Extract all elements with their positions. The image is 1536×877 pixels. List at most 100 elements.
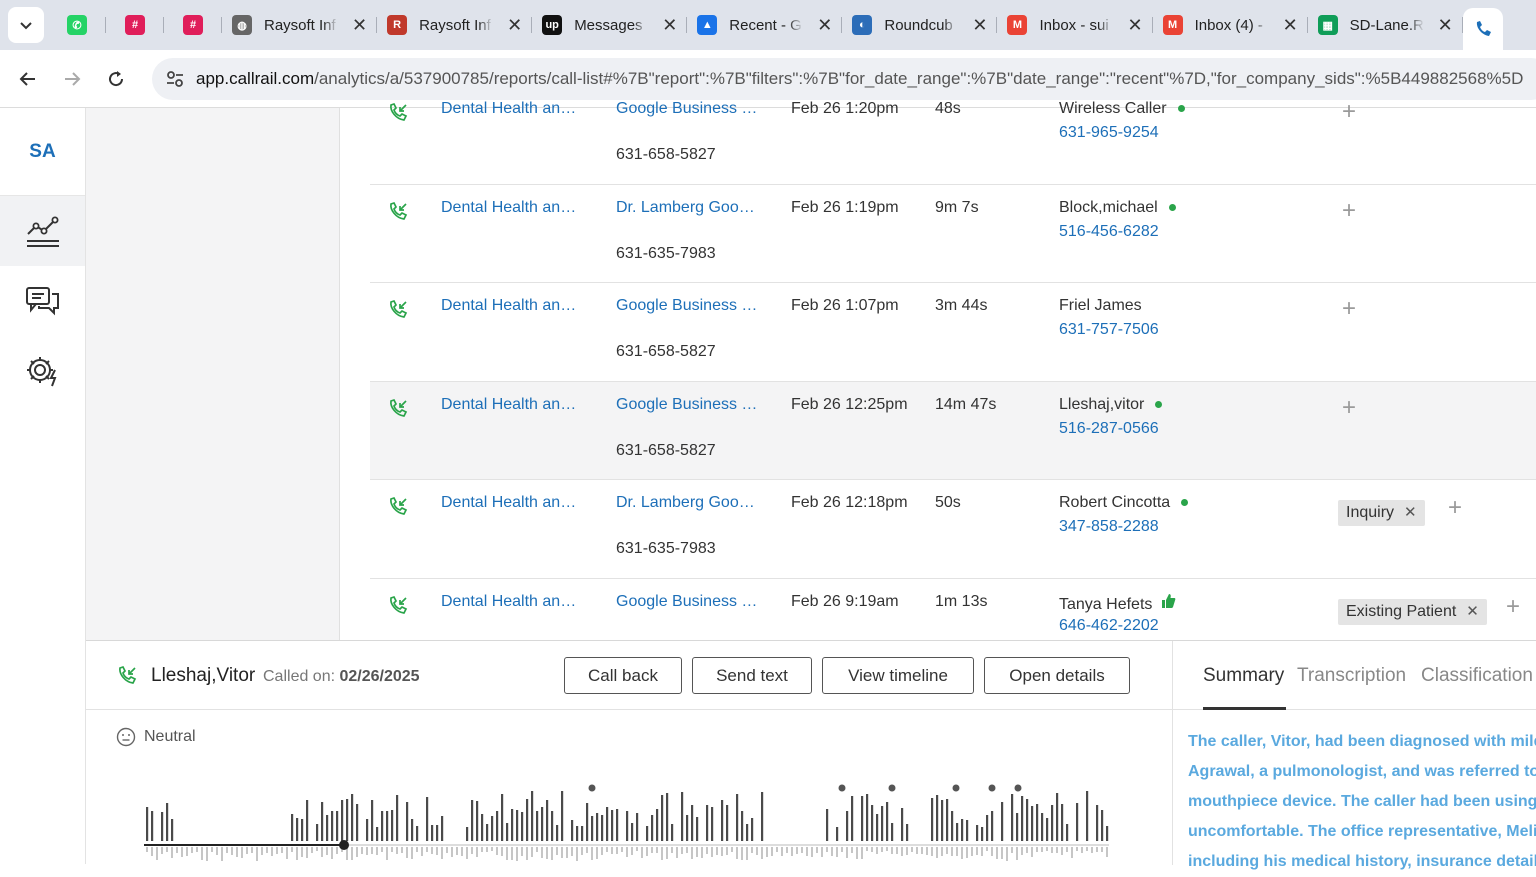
view-timeline-button[interactable]: View timeline <box>822 657 974 694</box>
browser-tab-strip: ✆ # # ◍ Raysoft Inf ✕ R Raysoft Inf ✕ up Messages ✕… <box>0 0 1536 50</box>
browser-tab[interactable]: M Inbox (4) - ✕ <box>1153 7 1308 43</box>
company-link[interactable]: Dental Health an… <box>441 297 586 315</box>
tracking-number: 631-658-5827 <box>616 441 716 459</box>
waveform-marker[interactable] <box>588 784 596 792</box>
waveform-bar <box>661 795 664 841</box>
source-link[interactable]: Dr. Lamberg Goo… <box>616 494 761 512</box>
waveform-bar <box>481 847 483 852</box>
browser-tab[interactable]: ◍ Raysoft Inf ✕ <box>222 7 378 43</box>
browser-tab[interactable]: up Messages ✕ <box>532 7 688 43</box>
sidebar-item-conversations[interactable] <box>0 266 85 336</box>
close-tab-icon[interactable]: ✕ <box>1127 15 1142 36</box>
browser-tab[interactable]: ✆ <box>48 7 106 43</box>
waveform-bar <box>1036 847 1038 852</box>
sidebar-item-analytics[interactable] <box>0 196 85 266</box>
waveform-bar <box>916 847 918 854</box>
company-link[interactable]: Dental Health an… <box>441 593 586 611</box>
call-audio-waveform[interactable] <box>144 781 1114 865</box>
waveform-bar <box>586 847 588 853</box>
source-link[interactable]: Google Business … <box>616 396 761 414</box>
source-link[interactable]: Google Business … <box>616 593 761 611</box>
forward-button[interactable] <box>50 57 94 101</box>
close-tab-icon[interactable]: ✕ <box>1283 15 1298 36</box>
table-row[interactable]: Dental Health an… Google Business … 631-65… <box>370 283 1536 382</box>
caller-name-cell: Tanya Hefets <box>1059 593 1176 614</box>
tag-chip[interactable]: Inquiry ✕ <box>1338 500 1425 526</box>
caller-phone-link[interactable]: 516-287-0566 <box>1059 420 1159 438</box>
add-tag-button[interactable]: + <box>1342 197 1356 225</box>
waveform-bar <box>236 847 238 857</box>
close-tab-icon[interactable]: ✕ <box>662 15 677 36</box>
browser-tab[interactable]: R Raysoft Inf ✕ <box>377 7 533 43</box>
company-link[interactable]: Dental Health an… <box>441 199 586 217</box>
company-link[interactable]: Dental Health an… <box>441 494 586 512</box>
waveform-bar <box>606 847 608 852</box>
company-link[interactable]: Dental Health an… <box>441 100 586 118</box>
tag-chip[interactable]: Existing Patient ✕ <box>1338 598 1487 625</box>
table-row[interactable]: Dental Health an… Dr. Lamberg Goo… 631-635… <box>370 480 1536 579</box>
arrow-right-icon <box>65 71 81 86</box>
add-tag-button[interactable]: + <box>1448 494 1462 522</box>
waveform-bar <box>1041 813 1044 841</box>
waveform-bar <box>581 847 583 855</box>
waveform-bar <box>791 847 793 856</box>
close-tab-icon[interactable]: ✕ <box>352 15 367 36</box>
tab-search-button[interactable] <box>8 7 44 43</box>
caller-phone-link[interactable]: 516-456-6282 <box>1059 223 1159 241</box>
waveform-marker[interactable] <box>1014 784 1022 792</box>
tab-transcription[interactable]: Transcription <box>1297 665 1406 687</box>
source-link[interactable]: Google Business … <box>616 100 761 118</box>
back-button[interactable] <box>6 57 50 101</box>
source-link[interactable]: Google Business … <box>616 297 761 315</box>
table-row[interactable]: Dental Health an… Dr. Lamberg Goo… 631-635… <box>370 185 1536 283</box>
browser-tab[interactable]: ◐ Roundcub ✕ <box>842 7 998 43</box>
tab-summary[interactable]: Summary <box>1203 665 1284 687</box>
remove-tag-icon[interactable]: ✕ <box>1466 603 1479 620</box>
add-tag-button[interactable]: + <box>1342 295 1356 323</box>
reload-button[interactable] <box>94 57 138 101</box>
waveform-bar <box>616 809 619 841</box>
waveform-bar <box>761 792 764 841</box>
site-info-icon[interactable] <box>164 68 186 90</box>
waveform-bar <box>1011 847 1013 853</box>
tab-classification[interactable]: Classification <box>1421 665 1533 687</box>
caller-phone-link[interactable]: 646-462-2202 <box>1059 617 1159 635</box>
caller-phone-link[interactable]: 631-757-7506 <box>1059 321 1159 339</box>
close-tab-icon[interactable]: ✕ <box>972 15 987 36</box>
table-row[interactable]: Dental Health an… Google Business … 631-65… <box>370 381 1536 480</box>
waveform-marker[interactable] <box>988 784 996 792</box>
caller-phone-link[interactable]: 347-858-2288 <box>1059 518 1159 536</box>
send-text-button[interactable]: Send text <box>692 657 812 694</box>
table-row[interactable]: Dental Health an… Google Business … 631-65… <box>370 86 1536 185</box>
browser-tab[interactable]: M Inbox - sui ✕ <box>997 7 1153 43</box>
remove-tag-icon[interactable]: ✕ <box>1404 504 1417 521</box>
browser-tab[interactable]: # <box>164 7 222 43</box>
browser-tab-active[interactable] <box>1462 8 1503 50</box>
waveform-bar <box>251 847 253 853</box>
close-tab-icon[interactable]: ✕ <box>817 15 832 36</box>
account-logo[interactable]: SA <box>0 108 85 196</box>
browser-tab[interactable]: ▦ SD-Lane.R ✕ <box>1308 7 1463 43</box>
add-tag-button[interactable]: + <box>1506 593 1520 621</box>
waveform-marker[interactable] <box>838 784 846 792</box>
source-link[interactable]: Dr. Lamberg Goo… <box>616 199 761 217</box>
sidebar-item-settings[interactable] <box>0 336 85 406</box>
call-duration: 3m 44s <box>935 297 988 314</box>
caller-name-cell: Block,michael <box>1059 199 1176 217</box>
caller-phone-link[interactable]: 631-965-9254 <box>1059 124 1159 142</box>
add-tag-button[interactable]: + <box>1342 394 1356 422</box>
browser-tab[interactable]: ▲ Recent - G ✕ <box>687 7 843 43</box>
waveform-bar <box>221 847 223 861</box>
waveform-marker[interactable] <box>952 784 960 792</box>
open-details-button[interactable]: Open details <box>984 657 1130 694</box>
browser-tab[interactable]: # <box>106 7 164 43</box>
waveform-bar <box>571 820 574 841</box>
add-tag-button[interactable]: + <box>1342 98 1356 126</box>
close-tab-icon[interactable]: ✕ <box>507 15 522 36</box>
close-tab-icon[interactable]: ✕ <box>1438 15 1453 36</box>
status-dot <box>1155 400 1163 408</box>
call-back-button[interactable]: Call back <box>564 657 682 694</box>
playhead-handle[interactable] <box>339 840 349 850</box>
company-link[interactable]: Dental Health an… <box>441 396 586 414</box>
waveform-marker[interactable] <box>888 784 896 792</box>
